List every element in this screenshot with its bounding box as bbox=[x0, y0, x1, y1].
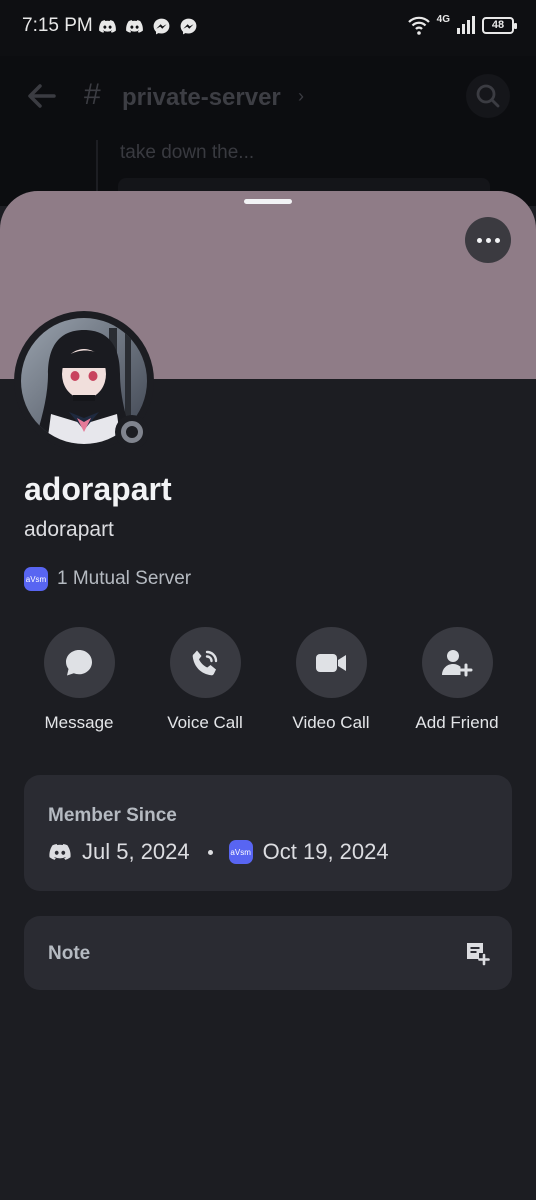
avatar-container[interactable] bbox=[14, 311, 154, 451]
add-friend-button-circle[interactable] bbox=[421, 627, 493, 698]
channel-name[interactable]: private-server bbox=[122, 84, 281, 112]
add-note-icon[interactable] bbox=[464, 940, 490, 966]
video-camera-icon bbox=[316, 653, 346, 672]
profile-actions: Message Voice Call Video Call Add Friend bbox=[0, 627, 536, 737]
chevron-right-icon: › bbox=[298, 86, 304, 106]
username[interactable]: adorapart bbox=[24, 518, 114, 542]
battery-icon: 48 bbox=[482, 16, 517, 34]
more-dot-icon bbox=[494, 237, 500, 243]
discord-icon bbox=[49, 844, 71, 860]
video-call-button[interactable]: Video Call bbox=[261, 627, 401, 733]
messenger-icon bbox=[180, 18, 197, 35]
notification-icons bbox=[98, 17, 198, 36]
chat-bubble-icon bbox=[66, 649, 92, 675]
search-icon bbox=[476, 84, 500, 108]
messenger-icon bbox=[153, 18, 170, 35]
note-card[interactable]: Note bbox=[24, 916, 512, 990]
display-name: adorapart bbox=[24, 471, 172, 507]
status-time: 7:15 PM bbox=[22, 15, 93, 36]
back-arrow-icon[interactable] bbox=[26, 80, 58, 112]
discord-join-date: Jul 5, 2024 bbox=[82, 839, 190, 864]
voice-call-button[interactable]: Voice Call bbox=[135, 627, 275, 733]
member-since-card: Member Since Jul 5, 2024 aVsm Oct 19, 20… bbox=[24, 775, 512, 891]
voice-call-button-circle[interactable] bbox=[169, 627, 241, 698]
profile-sheet: adorapart adorapart aVsm 1 Mutual Server… bbox=[0, 191, 536, 1200]
more-dot-icon bbox=[476, 237, 482, 243]
more-dot-icon bbox=[485, 237, 491, 243]
add-friend-icon bbox=[442, 649, 473, 676]
presence-indicator bbox=[115, 415, 149, 449]
video-call-button-circle[interactable] bbox=[295, 627, 367, 698]
system-status: 4G 48 bbox=[407, 13, 517, 36]
add-friend-button[interactable]: Add Friend bbox=[387, 627, 527, 733]
discord-icon bbox=[99, 20, 116, 33]
note-title: Note bbox=[48, 943, 91, 964]
separator-dot bbox=[207, 849, 213, 855]
message-label: Message bbox=[44, 713, 114, 732]
message-button-circle[interactable] bbox=[43, 627, 115, 698]
search-button[interactable] bbox=[466, 74, 510, 118]
server-icon: aVsm bbox=[24, 567, 48, 591]
battery-level: 48 bbox=[491, 19, 505, 31]
offline-status-icon bbox=[121, 421, 143, 443]
channel-hash-icon: # bbox=[84, 78, 101, 111]
member-since-title: Member Since bbox=[48, 805, 177, 826]
mutual-servers-label: 1 Mutual Server bbox=[57, 568, 192, 589]
server-join-date: Oct 19, 2024 bbox=[262, 839, 389, 864]
video-call-label: Video Call bbox=[292, 713, 370, 732]
phone-icon bbox=[192, 650, 218, 675]
more-options-button[interactable] bbox=[465, 217, 511, 263]
server-icon: aVsm bbox=[228, 840, 253, 864]
signal-icon bbox=[457, 16, 475, 34]
message-preview: take down the... bbox=[120, 142, 255, 163]
drag-handle[interactable] bbox=[244, 199, 292, 204]
status-bar: 7:15 PM 4G 48 bbox=[0, 0, 536, 56]
add-friend-label: Add Friend bbox=[415, 713, 499, 732]
network-type: 4G bbox=[436, 13, 450, 25]
wifi-icon bbox=[407, 16, 430, 35]
member-since-row: Jul 5, 2024 aVsm Oct 19, 2024 bbox=[48, 839, 389, 865]
message-button[interactable]: Message bbox=[9, 627, 149, 733]
channel-header: # private-server › take down the... bbox=[0, 56, 536, 206]
voice-call-label: Voice Call bbox=[167, 713, 243, 732]
mutual-servers[interactable]: aVsm 1 Mutual Server bbox=[24, 567, 191, 591]
discord-icon bbox=[126, 20, 143, 33]
